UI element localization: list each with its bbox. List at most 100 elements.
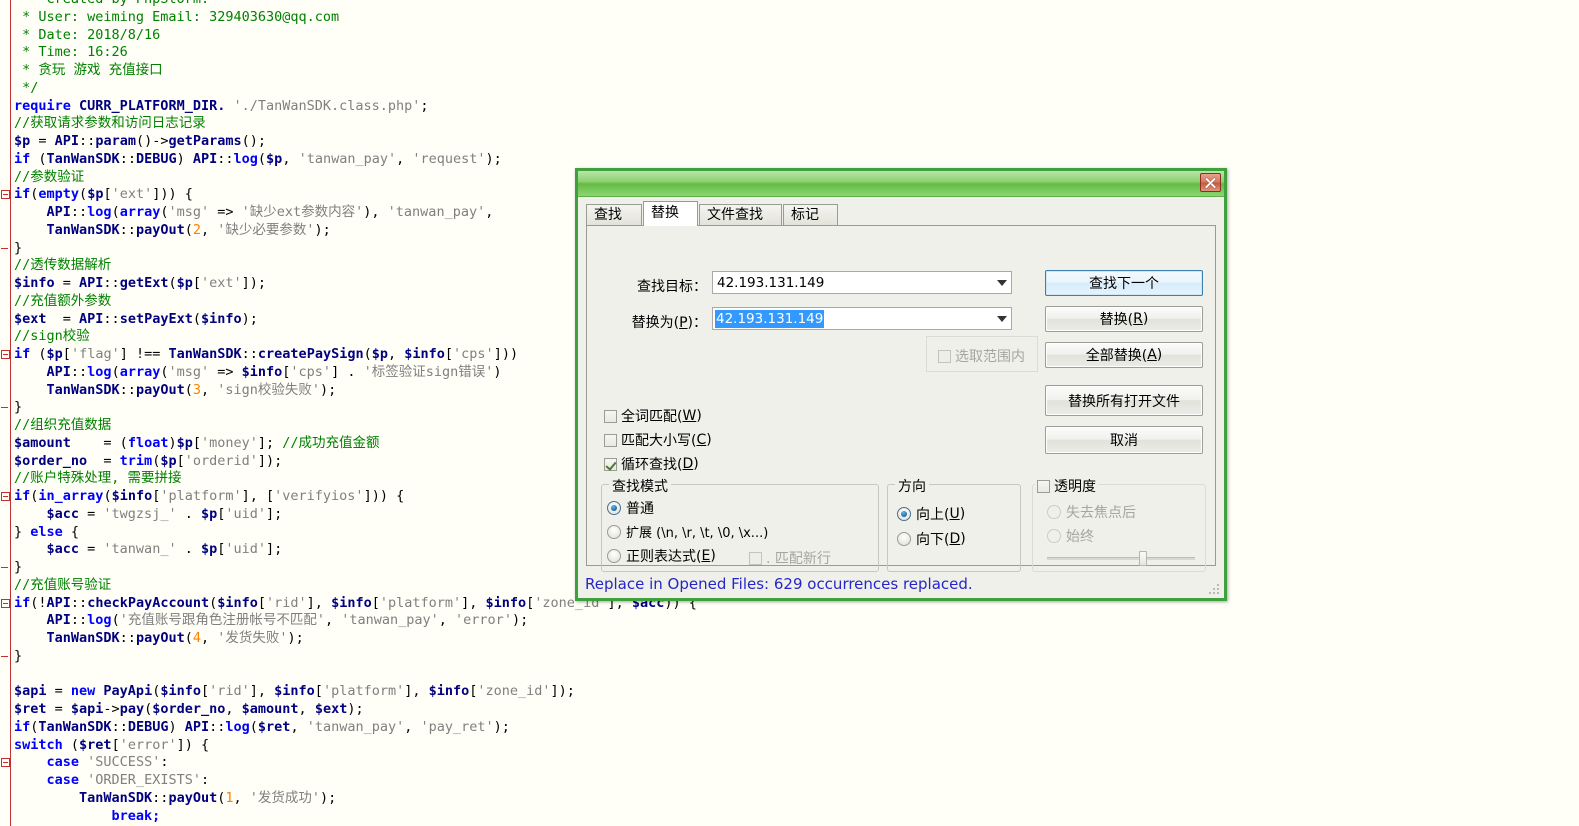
code-token: } bbox=[14, 399, 22, 415]
code-token: ( bbox=[144, 701, 152, 717]
chevron-down-icon[interactable] bbox=[993, 272, 1011, 293]
find-replace-dialog[interactable]: 查找 替换 文件查找 标记 查找目标： 42.193.131.149 替换为(P… bbox=[575, 168, 1227, 601]
code-token: TanWanSDK bbox=[14, 630, 120, 646]
replace-with-combo[interactable]: 42.193.131.149 bbox=[712, 307, 1012, 330]
close-icon[interactable] bbox=[1200, 173, 1221, 192]
find-target-value[interactable]: 42.193.131.149 bbox=[713, 275, 993, 291]
code-token: log bbox=[234, 151, 258, 167]
code-token: setPayExt bbox=[120, 311, 193, 327]
direction-up-radio[interactable]: 向上(U) bbox=[897, 504, 965, 524]
code-token: $api bbox=[14, 683, 47, 699]
tab-mark[interactable]: 标记 bbox=[783, 204, 838, 225]
code-token: [ bbox=[372, 595, 380, 611]
code-token: 'rid' bbox=[266, 595, 307, 611]
code-token: if bbox=[14, 719, 30, 735]
code-token: ], bbox=[307, 595, 331, 611]
replace-all-button[interactable]: 全部替换(A) bbox=[1045, 342, 1203, 368]
replace-with-label-tail: )： bbox=[688, 315, 707, 331]
whole-word-checkbox[interactable]: 全词匹配(W) bbox=[604, 406, 702, 426]
replace-button[interactable]: 替换(R) bbox=[1045, 306, 1203, 332]
code-token: $info bbox=[486, 595, 527, 611]
code-token: 'tanwan_pay' bbox=[341, 612, 439, 628]
code-token: ])) { bbox=[364, 488, 405, 504]
code-token: 'ext' bbox=[112, 186, 153, 202]
whole-word-accel: W bbox=[682, 408, 696, 424]
code-token: 'msg' bbox=[168, 204, 209, 220]
code-token: ( bbox=[364, 346, 372, 362]
tab-find-in-files[interactable]: 文件查找 bbox=[699, 204, 782, 225]
search-mode-normal-radio[interactable]: 普通 bbox=[607, 498, 654, 518]
code-token: 'ORDER_EXISTS' bbox=[87, 772, 201, 788]
code-token: ); bbox=[486, 151, 502, 167]
fold-indent-line bbox=[10, 0, 11, 826]
code-token: array bbox=[120, 364, 161, 380]
code-token: payOut bbox=[136, 630, 185, 646]
code-token: param bbox=[95, 133, 136, 149]
code-token: $p bbox=[201, 506, 217, 522]
code-line: if(TanWanSDK::DEBUG) API::log($ret, 'tan… bbox=[14, 719, 697, 737]
code-token: log bbox=[87, 204, 111, 220]
transparency-checkbox[interactable]: 透明度 bbox=[1035, 476, 1098, 496]
code-token: if bbox=[14, 151, 30, 167]
transparency-label: 透明度 bbox=[1054, 476, 1096, 496]
code-token: 'cps' bbox=[453, 346, 494, 362]
fold-collapse-icon[interactable] bbox=[1, 190, 10, 199]
dialog-titlebar[interactable] bbox=[578, 171, 1224, 197]
code-token: ], [ bbox=[242, 488, 275, 504]
find-target-combo[interactable]: 42.193.131.149 bbox=[712, 271, 1012, 294]
code-token: , bbox=[201, 222, 217, 238]
fold-collapse-icon[interactable] bbox=[1, 758, 10, 767]
code-token: //组织充值数据 bbox=[14, 417, 111, 433]
code-token: ), bbox=[363, 204, 387, 220]
code-token: '标签验证sign错误' bbox=[364, 364, 494, 380]
code-token: { bbox=[63, 524, 79, 540]
fold-collapse-icon[interactable] bbox=[1, 350, 10, 359]
fold-collapse-icon[interactable] bbox=[1, 599, 10, 608]
code-token: ( bbox=[185, 222, 193, 238]
match-case-checkbox[interactable]: 匹配大小写(C) bbox=[604, 430, 712, 450]
cancel-button[interactable]: 取消 bbox=[1045, 426, 1203, 454]
code-token: in_array bbox=[38, 488, 103, 504]
code-token: :: bbox=[71, 364, 87, 380]
code-token: $p bbox=[372, 346, 388, 362]
code-token: :: bbox=[120, 222, 136, 238]
code-token: :: bbox=[103, 311, 119, 327]
tab-mark-label: 标记 bbox=[791, 207, 819, 223]
resize-grip-icon[interactable] bbox=[1207, 582, 1219, 594]
code-token: 'request' bbox=[412, 151, 485, 167]
direction-down-radio[interactable]: 向下(D) bbox=[897, 529, 966, 549]
code-token: '缺少必要参数' bbox=[217, 222, 314, 238]
tab-replace[interactable]: 替换 bbox=[643, 201, 698, 226]
fold-gutter[interactable] bbox=[0, 0, 14, 826]
chevron-down-icon[interactable] bbox=[993, 308, 1011, 329]
code-token: ]; bbox=[258, 435, 282, 451]
code-token: = bbox=[55, 275, 79, 291]
code-token: . bbox=[177, 541, 201, 557]
fold-collapse-icon[interactable] bbox=[1, 492, 10, 501]
radio-circle bbox=[607, 525, 621, 539]
code-token: './TanWanSDK.class.php' bbox=[233, 98, 420, 114]
find-target-label: 查找目标： bbox=[607, 276, 707, 296]
transparency-always-radio: 始终 bbox=[1047, 526, 1094, 546]
code-token: */ bbox=[14, 80, 38, 96]
code-token bbox=[79, 772, 87, 788]
search-mode-regex-label: 正则表达式( bbox=[626, 546, 701, 566]
tab-replace-label: 替换 bbox=[651, 205, 679, 221]
replace-all-opened-files-button[interactable]: 替换所有打开文件 bbox=[1045, 385, 1203, 416]
code-token: :: bbox=[152, 790, 168, 806]
replace-with-value[interactable]: 42.193.131.149 bbox=[715, 310, 824, 328]
code-token: 'uid' bbox=[225, 506, 266, 522]
code-token: (! bbox=[30, 595, 46, 611]
replace-button-accel: R bbox=[1133, 311, 1143, 327]
code-token: ); bbox=[320, 382, 336, 398]
dot-matches-newline-label: . 匹配新行 bbox=[766, 548, 831, 568]
code-token: [ bbox=[258, 595, 266, 611]
search-mode-extended-radio[interactable]: 扩展 (\n, \r, \t, \0, \x...) bbox=[607, 522, 768, 541]
transparency-on-losing-focus-radio: 失去焦点后 bbox=[1047, 502, 1136, 522]
dot-matches-newline-checkbox: . 匹配新行 bbox=[749, 548, 831, 568]
find-next-button[interactable]: 查找下一个 bbox=[1045, 270, 1203, 296]
wrap-around-checkbox[interactable]: 循环查找(D) bbox=[604, 454, 699, 474]
tab-find[interactable]: 查找 bbox=[586, 204, 642, 225]
search-mode-regex-radio[interactable]: 正则表达式(E) bbox=[607, 546, 716, 566]
code-token: * bbox=[14, 0, 47, 7]
